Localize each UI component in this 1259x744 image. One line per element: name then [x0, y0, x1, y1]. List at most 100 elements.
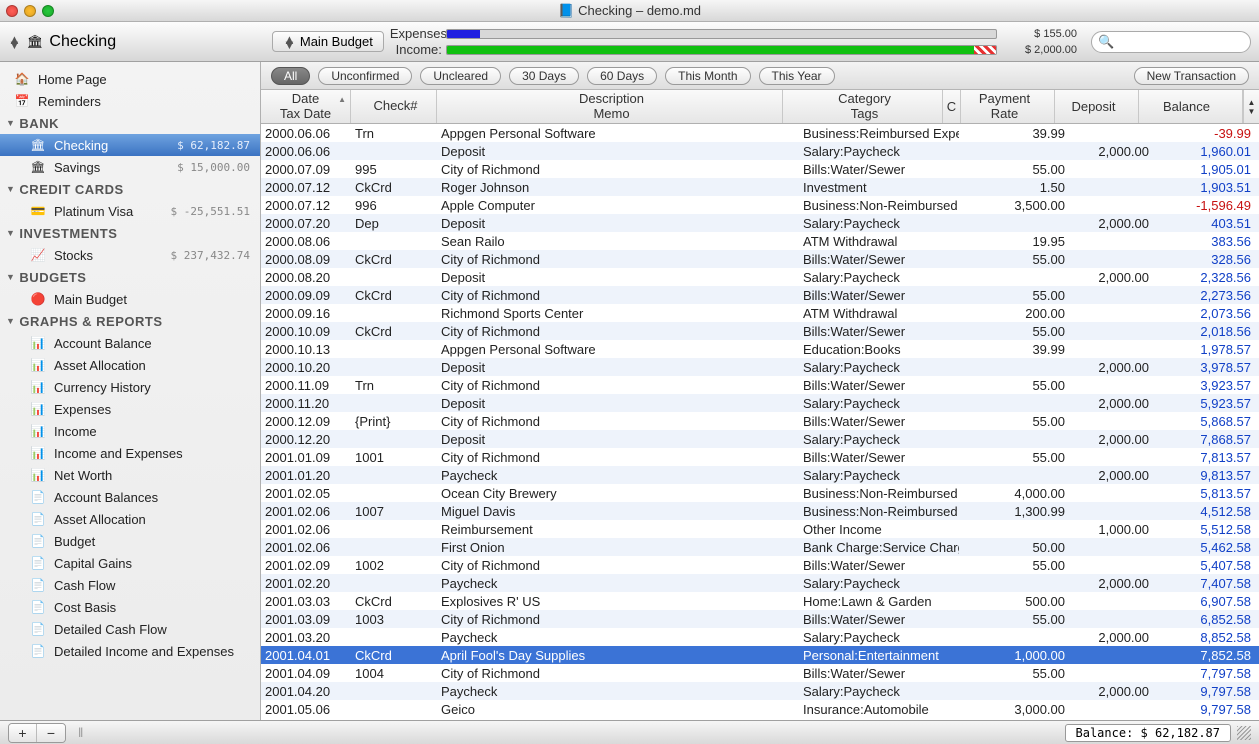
cell-category: Salary:Paycheck: [799, 396, 959, 411]
sidebar-item[interactable]: 📊Account Balance: [0, 332, 260, 354]
filter-pill[interactable]: 60 Days: [587, 67, 657, 85]
col-cleared[interactable]: C: [943, 90, 961, 123]
table-row[interactable]: 2001.02.091002City of RichmondBills:Wate…: [261, 556, 1259, 574]
table-row[interactable]: 2000.10.13Appgen Personal SoftwareEducat…: [261, 340, 1259, 358]
search-field[interactable]: 🔍: [1091, 31, 1251, 53]
col-date[interactable]: DateTax Date▲: [261, 90, 351, 123]
table-row[interactable]: 2001.01.20PaycheckSalary:Paycheck2,000.0…: [261, 466, 1259, 484]
sidebar-item[interactable]: 🏠Home Page: [0, 68, 260, 90]
sidebar-group-header[interactable]: ▼BUDGETS: [0, 266, 260, 288]
table-row[interactable]: 2000.07.12996Apple ComputerBusiness:Non-…: [261, 196, 1259, 214]
search-input[interactable]: [1091, 31, 1251, 53]
cell-balance: 9,813.57: [1155, 468, 1259, 483]
sidebar-group-header[interactable]: ▼GRAPHS & REPORTS: [0, 310, 260, 332]
sidebar-item[interactable]: 📅Reminders: [0, 90, 260, 112]
table-row[interactable]: 2000.11.09TrnCity of RichmondBills:Water…: [261, 376, 1259, 394]
cell-description: Paycheck: [437, 576, 799, 591]
sidebar-item[interactable]: 📊Net Worth: [0, 464, 260, 486]
table-row[interactable]: 2000.08.09CkCrdCity of RichmondBills:Wat…: [261, 250, 1259, 268]
resize-grip[interactable]: [1237, 726, 1251, 740]
table-row[interactable]: 2001.03.091003City of RichmondBills:Wate…: [261, 610, 1259, 628]
cell-description: City of Richmond: [437, 252, 799, 267]
table-row[interactable]: 2000.08.20DepositSalary:Paycheck2,000.00…: [261, 268, 1259, 286]
table-row[interactable]: 2000.07.09995City of RichmondBills:Water…: [261, 160, 1259, 178]
new-transaction-button[interactable]: New Transaction: [1134, 67, 1249, 85]
budget-selector[interactable]: ▲▼ Main Budget: [272, 31, 384, 52]
table-row[interactable]: 2000.06.06DepositSalary:Paycheck2,000.00…: [261, 142, 1259, 160]
sidebar-item[interactable]: 📄Asset Allocation: [0, 508, 260, 530]
sidebar-item[interactable]: 📄Budget: [0, 530, 260, 552]
table-row[interactable]: 2001.03.20PaycheckSalary:Paycheck2,000.0…: [261, 628, 1259, 646]
sidebar-item[interactable]: 💳Platinum Visa$ -25,551.51: [0, 200, 260, 222]
filter-pill[interactable]: Unconfirmed: [318, 67, 412, 85]
table-row[interactable]: 2000.11.20DepositSalary:Paycheck2,000.00…: [261, 394, 1259, 412]
cell-check: CkCrd: [351, 288, 437, 303]
sidebar-group-header[interactable]: ▼CREDIT CARDS: [0, 178, 260, 200]
filter-pill[interactable]: 30 Days: [509, 67, 579, 85]
table-row[interactable]: 2000.12.09{Print}City of RichmondBills:W…: [261, 412, 1259, 430]
zoom-button[interactable]: [42, 5, 54, 17]
col-description[interactable]: DescriptionMemo: [437, 90, 783, 123]
sidebar-item[interactable]: 📄Account Balances: [0, 486, 260, 508]
table-row[interactable]: 2001.02.05Ocean City BreweryBusiness:Non…: [261, 484, 1259, 502]
col-balance[interactable]: Balance: [1139, 90, 1243, 123]
sidebar-item[interactable]: 📄Detailed Income and Expenses: [0, 640, 260, 662]
table-row[interactable]: 2001.02.20PaycheckSalary:Paycheck2,000.0…: [261, 574, 1259, 592]
table-row[interactable]: 2000.08.06Sean RailoATM Withdrawal19.953…: [261, 232, 1259, 250]
sidebar-item[interactable]: 📊Currency History: [0, 376, 260, 398]
sidebar-item[interactable]: 🏛Checking$ 62,182.87: [0, 134, 260, 156]
transaction-rows[interactable]: 2000.06.06TrnAppgen Personal SoftwareBus…: [261, 124, 1259, 720]
cell-payment: 55.00: [977, 450, 1071, 465]
sidebar-item[interactable]: 📊Expenses: [0, 398, 260, 420]
sidebar-item[interactable]: 📄Cash Flow: [0, 574, 260, 596]
col-category[interactable]: CategoryTags: [783, 90, 943, 123]
table-row[interactable]: 2001.02.061007Miguel DavisBusiness:Non-R…: [261, 502, 1259, 520]
minimize-button[interactable]: [24, 5, 36, 17]
sidebar-item[interactable]: 📊Asset Allocation: [0, 354, 260, 376]
table-row[interactable]: 2001.05.06GeicoInsurance:Automobile3,000…: [261, 700, 1259, 718]
sidebar-item[interactable]: 🔴Main Budget: [0, 288, 260, 310]
sidebar-item[interactable]: 📄Cost Basis: [0, 596, 260, 618]
col-payment[interactable]: PaymentRate: [961, 90, 1055, 123]
sidebar-item[interactable]: 📄Capital Gains: [0, 552, 260, 574]
table-row[interactable]: 2001.04.20PaycheckSalary:Paycheck2,000.0…: [261, 682, 1259, 700]
account-selector[interactable]: ▲▼ 🏛 Checking: [8, 33, 258, 51]
cell-description: Paycheck: [437, 684, 799, 699]
sidebar-item[interactable]: 📄Detailed Cash Flow: [0, 618, 260, 640]
col-deposit[interactable]: Deposit: [1055, 90, 1139, 123]
table-row[interactable]: 2000.10.09CkCrdCity of RichmondBills:Wat…: [261, 322, 1259, 340]
filter-pill[interactable]: This Year: [759, 67, 835, 85]
table-row[interactable]: 2000.07.20DepDepositSalary:Paycheck2,000…: [261, 214, 1259, 232]
cell-category: Salary:Paycheck: [799, 360, 959, 375]
sidebar-item[interactable]: 📈Stocks$ 237,432.74: [0, 244, 260, 266]
sidebar-item[interactable]: 📊Income and Expenses: [0, 442, 260, 464]
table-row[interactable]: 2000.07.12CkCrdRoger JohnsonInvestment1.…: [261, 178, 1259, 196]
sidebar-item[interactable]: 🏛Savings$ 15,000.00: [0, 156, 260, 178]
table-row[interactable]: 2001.02.06ReimbursementOther Income1,000…: [261, 520, 1259, 538]
col-check[interactable]: Check#: [351, 90, 437, 123]
table-row[interactable]: 2000.09.09CkCrdCity of RichmondBills:Wat…: [261, 286, 1259, 304]
cell-description: Appgen Personal Software: [437, 126, 799, 141]
filter-pill[interactable]: This Month: [665, 67, 750, 85]
sidebar-item[interactable]: 📊Income: [0, 420, 260, 442]
splitter-handle[interactable]: ‖: [78, 725, 83, 740]
filter-pill[interactable]: All: [271, 67, 310, 85]
table-row[interactable]: 2001.03.03CkCrdExplosives R' USHome:Lawn…: [261, 592, 1259, 610]
table-row[interactable]: 2000.09.16Richmond Sports CenterATM With…: [261, 304, 1259, 322]
sidebar-group-header[interactable]: ▼BANK: [0, 112, 260, 134]
table-row[interactable]: 2000.06.06TrnAppgen Personal SoftwareBus…: [261, 124, 1259, 142]
add-button[interactable]: +: [9, 724, 37, 742]
cell-category: Personal:Entertainment: [799, 648, 959, 663]
table-row[interactable]: 2000.10.20DepositSalary:Paycheck2,000.00…: [261, 358, 1259, 376]
close-button[interactable]: [6, 5, 18, 17]
table-row[interactable]: 2001.04.01CkCrdApril Fool's Day Supplies…: [261, 646, 1259, 664]
table-row[interactable]: 2001.04.091004City of RichmondBills:Wate…: [261, 664, 1259, 682]
table-row[interactable]: 2000.12.20DepositSalary:Paycheck2,000.00…: [261, 430, 1259, 448]
filter-pill[interactable]: Uncleared: [420, 67, 501, 85]
sidebar-group-header[interactable]: ▼INVESTMENTS: [0, 222, 260, 244]
table-row[interactable]: 2001.02.06First OnionBank Charge:Service…: [261, 538, 1259, 556]
table-row[interactable]: 2001.01.091001City of RichmondBills:Wate…: [261, 448, 1259, 466]
scroll-up-icon[interactable]: ▲▼: [1243, 90, 1259, 123]
sidebar-label: Income: [54, 424, 97, 439]
remove-button[interactable]: −: [37, 724, 65, 742]
